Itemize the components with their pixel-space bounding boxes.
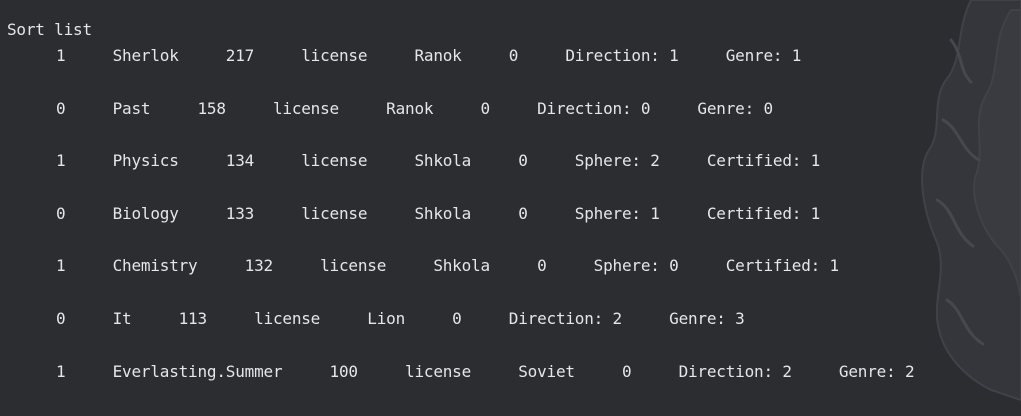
list-row: 1 Chemistry 132 license Shkola 0 Sphere:…: [56, 256, 839, 276]
list-row: 0 Biology 133 license Shkola 0 Sphere: 1…: [56, 203, 821, 223]
console-output-panel: Sort list 1 Sherlok 217 license Ranok 0 …: [0, 0, 1021, 416]
list-row: 0 It 113 license Lion 0 Direction: 2 Gen…: [56, 308, 745, 328]
list-row: 1 Everlasting.Summer 100 license Soviet …: [56, 361, 915, 381]
console-title: Sort list: [7, 20, 92, 39]
list-row: 1 Sherlok 217 license Ranok 0 Direction:…: [56, 46, 802, 65]
list-row: 0 Past 158 license Ranok 0 Direction: 0 …: [56, 98, 773, 118]
sorted-list: 1 Sherlok 217 license Ranok 0 Direction:…: [56, 46, 915, 414]
list-row: 1 Physics 134 license Shkola 0 Sphere: 2…: [56, 151, 821, 171]
